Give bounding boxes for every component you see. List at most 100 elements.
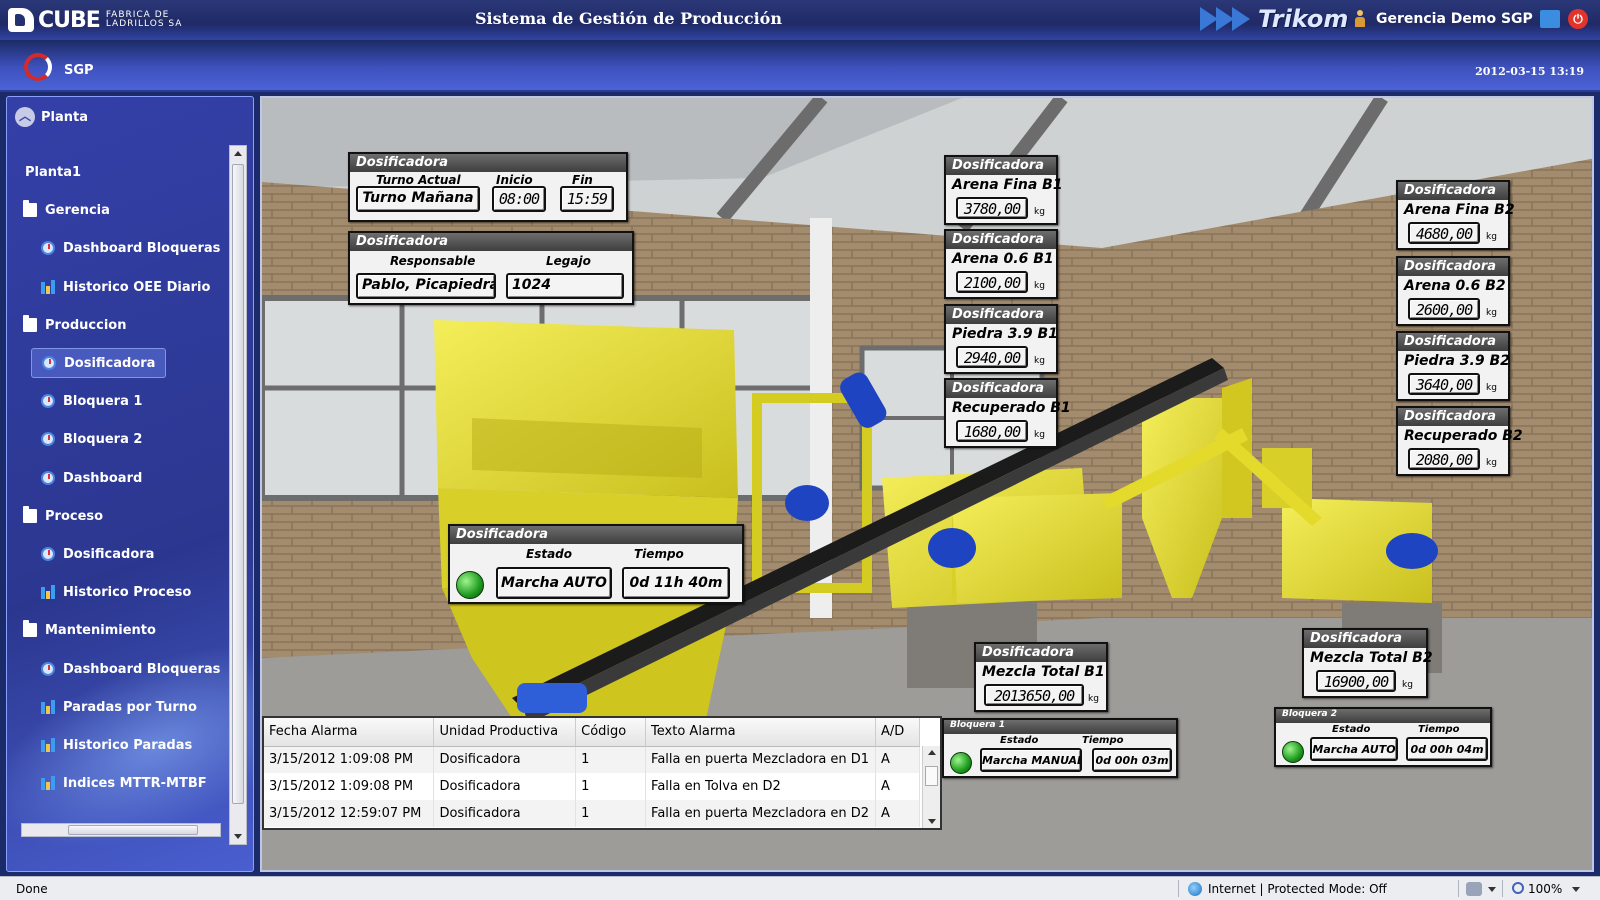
sidebar-item[interactable]: Historico OEE Diario	[41, 272, 210, 302]
sidebar-item[interactable]: Gerencia	[23, 195, 110, 225]
table-row[interactable]: 3/15/2012 12:59:07 PM Dosificadora 1 Falla …	[264, 800, 920, 827]
status-led-icon	[950, 752, 972, 774]
material-value: 2080,00	[1408, 448, 1480, 470]
sidebar-item[interactable]: Historico Paradas	[41, 730, 192, 760]
logout-icon[interactable]: ⏻	[1568, 9, 1588, 29]
responsable-panel: Dosificadora Responsable Legajo Pablo, P…	[348, 231, 634, 305]
table-cell: A	[875, 800, 920, 827]
sidebar-item[interactable]: Dashboard Bloqueras	[41, 233, 220, 263]
sidebar-item[interactable]: Historico Proceso	[41, 577, 191, 607]
table-cell: A	[875, 773, 920, 800]
panel-title: Dosificadora	[1398, 333, 1508, 351]
sidebar-item[interactable]: Paradas por Turno	[41, 692, 197, 722]
edit-profile-icon[interactable]	[1540, 10, 1560, 28]
table-cell: Dosificadora	[433, 800, 577, 827]
material-panel: Dosificadora Arena 0.6 B1 2100,00 kg	[944, 229, 1058, 299]
scrollbar-thumb[interactable]	[68, 825, 198, 835]
sidebar-item-label: Dashboard Bloqueras	[63, 661, 221, 677]
sidebar-header[interactable]: ︿ Planta	[15, 107, 88, 127]
column-header[interactable]: Texto Alarma	[645, 718, 877, 747]
material-value: 1680,00	[956, 420, 1028, 442]
sidebar-item-label: Produccion	[45, 317, 127, 333]
cube-logo: CUBE FABRICA DE LADRILLOS SA	[8, 6, 206, 34]
sidebar-item[interactable]: Produccion	[23, 310, 127, 340]
bloquera1-panel: Bloquera 1 Estado Tiempo Marcha MANUAL 0…	[942, 718, 1178, 778]
sidebar-item-label: Historico Proceso	[63, 584, 192, 600]
zoom-level[interactable]: 100%	[1528, 882, 1562, 896]
chevron-down-icon[interactable]	[1572, 887, 1580, 892]
gauge-icon	[41, 394, 55, 408]
material-panel: Dosificadora Piedra 3.9 B2 3640,00 kg	[1396, 331, 1510, 401]
scroll-up-icon[interactable]	[928, 750, 936, 755]
column-header[interactable]: A/D	[875, 718, 920, 747]
scroll-down-icon[interactable]	[928, 819, 936, 824]
sidebar-item[interactable]: Mantenimiento	[23, 615, 156, 645]
panel-title: Dosificadora	[946, 231, 1056, 249]
folder-icon	[23, 506, 37, 523]
material-name: Arena Fina B2	[1404, 202, 1515, 218]
collapse-icon[interactable]: ︿	[15, 107, 35, 127]
column-header[interactable]: Fecha Alarma	[264, 718, 435, 747]
globe-icon	[1188, 882, 1202, 896]
material-panel: Dosificadora Arena Fina B2 4680,00 kg	[1396, 180, 1515, 250]
table-row[interactable]: 3/15/2012 1:09:08 PM Dosificadora 1 Falla e…	[264, 773, 920, 800]
sidebar-item[interactable]: Dashboard Bloqueras	[41, 654, 220, 684]
trikom-word: Trikom	[1258, 5, 1349, 33]
sidebar-item[interactable]: Dosificadora	[41, 539, 154, 569]
bloquera1-estado: Marcha MANUAL	[980, 748, 1082, 772]
mezcla-b2-value: 16900,00	[1316, 670, 1396, 692]
scroll-up-icon[interactable]	[234, 151, 242, 156]
scrollbar-thumb[interactable]	[232, 164, 244, 804]
gauge-icon	[41, 471, 55, 485]
sub-header: SGP 2012-03-15 13:19	[0, 40, 1600, 92]
sidebar-item[interactable]: Bloquera 2	[41, 424, 142, 454]
material-value: 3780,00	[956, 197, 1028, 219]
sidebar-item[interactable]: Proceso	[23, 501, 103, 531]
unit-label: kg	[1088, 694, 1099, 704]
logo-word: CUBE	[38, 7, 101, 33]
trikom-arrows-icon	[1200, 4, 1256, 34]
sidebar-item[interactable]: Indices MTTR-MTBF	[41, 768, 207, 798]
panel-title: Dosificadora	[1398, 258, 1508, 276]
sidebar-item[interactable]: Bloquera 1	[41, 386, 142, 416]
user-icon	[1354, 10, 1366, 28]
scroll-down-icon[interactable]	[234, 834, 242, 839]
chart-icon	[41, 700, 55, 714]
chevron-down-icon[interactable]	[1488, 887, 1496, 892]
column-header[interactable]: Unidad Productiva	[433, 718, 577, 747]
column-header[interactable]: Código	[575, 718, 647, 747]
unit-label: kg	[1486, 308, 1497, 318]
turno-label: Turno Actual	[376, 173, 461, 187]
material-name: Arena 0.6 B2	[1404, 278, 1506, 294]
material-value: 3640,00	[1408, 373, 1480, 395]
alarms-scrollbar[interactable]	[922, 746, 940, 828]
security-icon[interactable]	[1466, 882, 1482, 896]
panel-title: Dosificadora	[946, 380, 1056, 398]
table-row[interactable]: 3/15/2012 1:09:08 PM Dosificadora 1 Falla e…	[264, 746, 920, 773]
navigation-sidebar: ︿ Planta Planta1 Gerencia Dashboard Bloque…	[6, 96, 254, 872]
material-panel: Dosificadora Recuperado B2 2080,00 kg	[1396, 406, 1523, 476]
material-value: 2100,00	[956, 271, 1028, 293]
zoom-icon[interactable]	[1512, 882, 1524, 894]
table-cell: 1	[575, 773, 647, 800]
sidebar-item-label: Dashboard Bloqueras	[63, 240, 221, 256]
table-cell: A	[875, 746, 920, 773]
material-value: 2940,00	[956, 346, 1028, 368]
sidebar-horizontal-scrollbar[interactable]	[21, 823, 221, 837]
fin-label: Fin	[572, 173, 593, 187]
scrollbar-thumb[interactable]	[925, 766, 938, 786]
table-cell: 1	[575, 746, 647, 773]
mezcla-b2-panel: Dosificadora Mezcla Total B2 16900,00 kg	[1302, 628, 1433, 698]
sidebar-item-label: Dashboard	[63, 470, 143, 486]
sidebar-item[interactable]: Planta1	[25, 157, 81, 187]
logo-subtitle: FABRICA DE LADRILLOS SA	[105, 10, 183, 29]
sidebar-item[interactable]: Dosificadora	[31, 348, 167, 378]
sidebar-vertical-scrollbar[interactable]	[229, 145, 247, 845]
panel-title: Bloquera 1	[944, 720, 1176, 734]
page-title: Sistema de Gestión de Producción	[475, 9, 782, 28]
sidebar-item[interactable]: Dashboard	[41, 463, 142, 493]
table-cell: 3/15/2012 12:59:07 PM	[264, 800, 435, 827]
sidebar-item-label: Dosificadora	[64, 355, 156, 371]
panel-title: Dosificadora	[450, 526, 742, 544]
gauge-icon	[41, 241, 55, 255]
